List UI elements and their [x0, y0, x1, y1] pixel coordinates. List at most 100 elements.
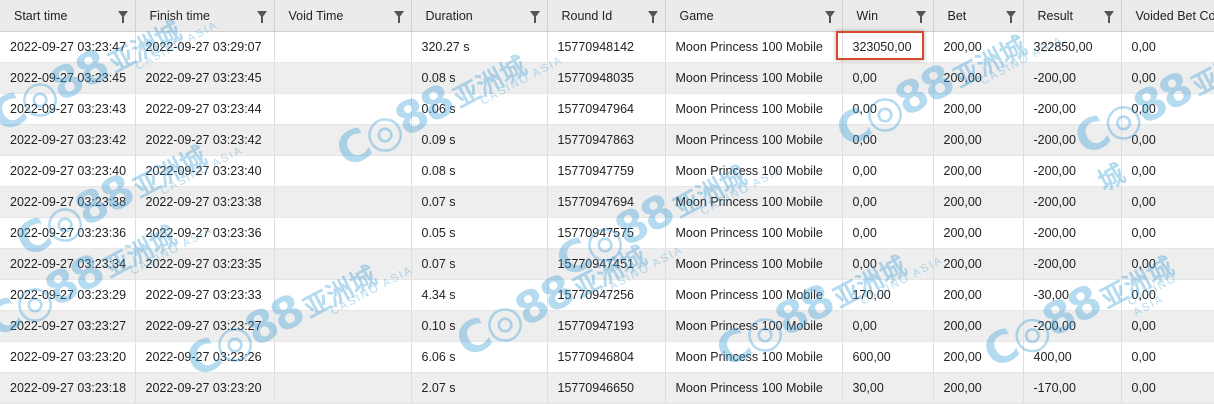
- cell-game: Moon Princess 100 Mobile: [665, 32, 842, 63]
- cell-voided: 0,00: [1121, 94, 1214, 125]
- cell-finish: 2022-09-27 03:23:38: [135, 187, 274, 218]
- cell-duration: 2.07 s: [411, 373, 547, 404]
- cell-bet: 200,00: [933, 373, 1023, 404]
- cell-win: 0,00: [842, 125, 933, 156]
- column-header-round[interactable]: Round Id: [547, 0, 665, 32]
- filter-icon[interactable]: [257, 11, 267, 18]
- cell-win: 30,00: [842, 373, 933, 404]
- cell-game: Moon Princess 100 Mobile: [665, 63, 842, 94]
- column-header-win[interactable]: Win: [842, 0, 933, 32]
- filter-icon[interactable]: [916, 11, 926, 18]
- cell-bet: 200,00: [933, 63, 1023, 94]
- table-row[interactable]: 2022-09-27 03:23:292022-09-27 03:23:334.…: [0, 280, 1214, 311]
- cell-result: -200,00: [1023, 94, 1121, 125]
- filter-icon[interactable]: [648, 11, 658, 18]
- cell-win: 0,00: [842, 187, 933, 218]
- cell-void: [274, 342, 411, 373]
- cell-win: 0,00: [842, 63, 933, 94]
- table-row[interactable]: 2022-09-27 03:23:202022-09-27 03:23:266.…: [0, 342, 1214, 373]
- cell-void: [274, 63, 411, 94]
- cell-duration: 0.06 s: [411, 94, 547, 125]
- cell-finish: 2022-09-27 03:23:44: [135, 94, 274, 125]
- filter-icon[interactable]: [1104, 11, 1114, 18]
- cell-result: -200,00: [1023, 311, 1121, 342]
- table-row[interactable]: 2022-09-27 03:23:452022-09-27 03:23:450.…: [0, 63, 1214, 94]
- cell-result: -200,00: [1023, 249, 1121, 280]
- cell-finish: 2022-09-27 03:23:35: [135, 249, 274, 280]
- table-header-row: Start timeFinish time Void Time DurationRo…: [0, 0, 1214, 32]
- column-header-duration[interactable]: Duration: [411, 0, 547, 32]
- column-header-voided[interactable]: Voided Bet Cost: [1121, 0, 1214, 32]
- cell-start: 2022-09-27 03:23:42: [0, 125, 135, 156]
- cell-finish: 2022-09-27 03:23:33: [135, 280, 274, 311]
- cell-start: 2022-09-27 03:23:20: [0, 342, 135, 373]
- table-row[interactable]: 2022-09-27 03:23:422022-09-27 03:23:420.…: [0, 125, 1214, 156]
- cell-voided: 0,00: [1121, 187, 1214, 218]
- cell-voided: 0,00: [1121, 32, 1214, 63]
- column-header-label: Bet: [948, 9, 967, 23]
- column-header-label: Result: [1038, 9, 1073, 23]
- cell-bet: 200,00: [933, 311, 1023, 342]
- cell-voided: 0,00: [1121, 218, 1214, 249]
- cell-finish: 2022-09-27 03:23:27: [135, 311, 274, 342]
- table-row[interactable]: 2022-09-27 03:23:402022-09-27 03:23:400.…: [0, 156, 1214, 187]
- cell-void: [274, 94, 411, 125]
- cell-start: 2022-09-27 03:23:34: [0, 249, 135, 280]
- cell-win: 0,00: [842, 249, 933, 280]
- cell-duration: 4.34 s: [411, 280, 547, 311]
- column-header-finish[interactable]: Finish time: [135, 0, 274, 32]
- table-row[interactable]: 2022-09-27 03:23:382022-09-27 03:23:380.…: [0, 187, 1214, 218]
- column-header-label: Win: [857, 9, 879, 23]
- cell-game: Moon Princess 100 Mobile: [665, 280, 842, 311]
- cell-bet: 200,00: [933, 342, 1023, 373]
- cell-win: 323050,00: [842, 32, 933, 63]
- column-header-label: Void Time: [289, 9, 344, 23]
- cell-round: 15770947193: [547, 311, 665, 342]
- filter-icon[interactable]: [530, 11, 540, 18]
- cell-voided: 0,00: [1121, 156, 1214, 187]
- cell-round: 15770946804: [547, 342, 665, 373]
- cell-game: Moon Princess 100 Mobile: [665, 125, 842, 156]
- cell-game: Moon Princess 100 Mobile: [665, 373, 842, 404]
- cell-void: [274, 156, 411, 187]
- cell-round: 15770948035: [547, 63, 665, 94]
- cell-void: [274, 32, 411, 63]
- column-header-void[interactable]: Void Time: [274, 0, 411, 32]
- cell-voided: 0,00: [1121, 280, 1214, 311]
- cell-finish: 2022-09-27 03:23:40: [135, 156, 274, 187]
- filter-icon[interactable]: [118, 11, 128, 18]
- cell-void: [274, 280, 411, 311]
- cell-void: [274, 125, 411, 156]
- column-header-label: Game: [680, 9, 714, 23]
- table-row[interactable]: 2022-09-27 03:23:432022-09-27 03:23:440.…: [0, 94, 1214, 125]
- cell-round: 15770946650: [547, 373, 665, 404]
- filter-icon[interactable]: [1006, 11, 1016, 18]
- cell-game: Moon Princess 100 Mobile: [665, 218, 842, 249]
- cell-duration: 0.07 s: [411, 249, 547, 280]
- filter-icon[interactable]: [825, 11, 835, 18]
- cell-void: [274, 218, 411, 249]
- column-header-game[interactable]: Game: [665, 0, 842, 32]
- table-row[interactable]: 2022-09-27 03:23:182022-09-27 03:23:202.…: [0, 373, 1214, 404]
- cell-start: 2022-09-27 03:23:47: [0, 32, 135, 63]
- cell-win: 0,00: [842, 94, 933, 125]
- cell-voided: 0,00: [1121, 249, 1214, 280]
- cell-duration: 0.05 s: [411, 218, 547, 249]
- cell-finish: 2022-09-27 03:29:07: [135, 32, 274, 63]
- cell-void: [274, 249, 411, 280]
- cell-result: -200,00: [1023, 63, 1121, 94]
- cell-duration: 0.07 s: [411, 187, 547, 218]
- table-row[interactable]: 2022-09-27 03:23:362022-09-27 03:23:360.…: [0, 218, 1214, 249]
- cell-start: 2022-09-27 03:23:18: [0, 373, 135, 404]
- column-header-result[interactable]: Result: [1023, 0, 1121, 32]
- table-row[interactable]: 2022-09-27 03:23:272022-09-27 03:23:270.…: [0, 311, 1214, 342]
- cell-round: 15770947575: [547, 218, 665, 249]
- filter-icon[interactable]: [394, 11, 404, 18]
- cell-round: 15770947964: [547, 94, 665, 125]
- table-row[interactable]: 2022-09-27 03:23:472022-09-27 03:29:07 32…: [0, 32, 1214, 63]
- cell-finish: 2022-09-27 03:23:36: [135, 218, 274, 249]
- table-row[interactable]: 2022-09-27 03:23:342022-09-27 03:23:35 0.…: [0, 249, 1214, 280]
- column-header-bet[interactable]: Bet: [933, 0, 1023, 32]
- column-header-start[interactable]: Start time: [0, 0, 135, 32]
- cell-game: Moon Princess 100 Mobile: [665, 249, 842, 280]
